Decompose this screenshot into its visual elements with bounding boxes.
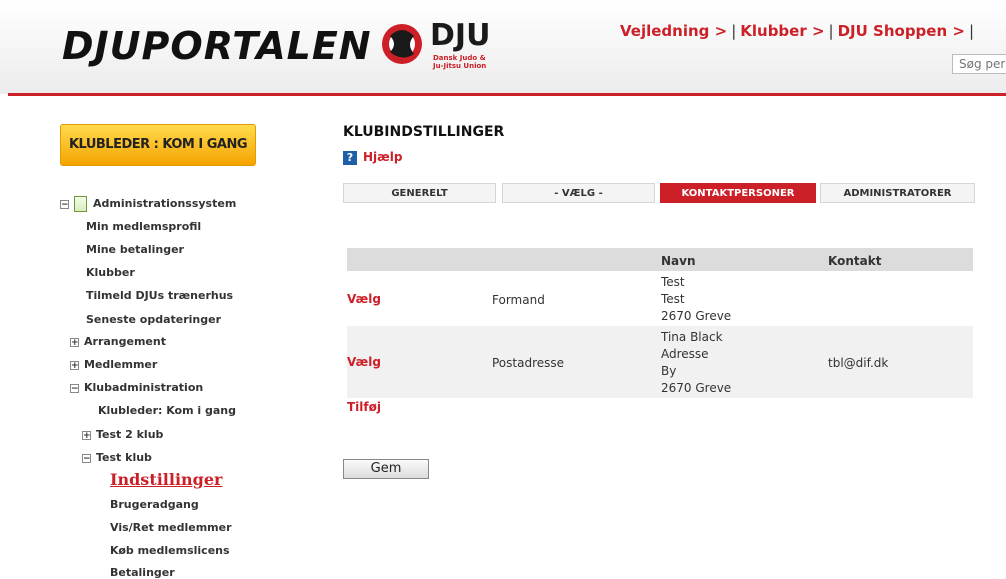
expand-icon[interactable]: + (70, 360, 79, 370)
collapse-icon[interactable]: − (70, 383, 79, 393)
sidebar-item-vis-ret-medlemmer[interactable]: Vis/Ret medlemmer (110, 521, 232, 534)
row-select-link[interactable]: Vælg (347, 292, 381, 306)
sidebar-item-label: Test klub (96, 451, 152, 464)
tab-generelt[interactable]: GENERELT (343, 183, 496, 203)
sidebar-item-klubleder-kom-i-gang[interactable]: Klubleder: Kom i gang (98, 404, 236, 417)
nav-vejledning[interactable]: Vejledning > (620, 22, 727, 40)
sidebar-item-indstillinger[interactable]: Indstillinger (110, 470, 222, 489)
tab-administratorer[interactable]: ADMINISTRATORER (820, 183, 975, 203)
tab-vaelg[interactable]: - VÆLG - (502, 183, 655, 203)
tree-root-label: Administrationssystem (93, 197, 237, 210)
klubleder-start-button[interactable]: KLUBLEDER : KOM I GANG (60, 124, 256, 166)
sidebar-item-label: Klubadministration (84, 381, 204, 394)
row-role: Formand (492, 293, 545, 307)
sidebar-item-klubadministration[interactable]: − Klubadministration (70, 381, 203, 394)
sidebar-item-test-2-klub[interactable]: + Test 2 klub (82, 428, 163, 441)
nav-klubber[interactable]: Klubber > (740, 22, 824, 40)
tree-root[interactable]: − Administrationssystem (60, 196, 236, 212)
sidebar-item-mine-betalinger[interactable]: Mine betalinger (86, 243, 184, 256)
dju-logo-subtitle-2: Ju-Jitsu Union (433, 62, 487, 70)
help-link[interactable]: ? Hjælp (343, 150, 402, 165)
search-input[interactable] (952, 54, 1006, 74)
sidebar-item-betalinger[interactable]: Betalinger (110, 566, 175, 579)
sidebar-item-koeb-medlemslicens[interactable]: Køb medlemslicens (110, 544, 230, 557)
help-icon[interactable]: ? (343, 151, 357, 165)
sidebar-item-label: Arrangement (84, 335, 166, 348)
row-name-line: Test (661, 292, 685, 306)
nav-separator: | (731, 22, 737, 40)
top-navigation: Vejledning > | Klubber > | DJU Shoppen > | (620, 22, 978, 40)
sidebar-item-label: Medlemmer (84, 358, 158, 371)
nav-separator: | (968, 22, 974, 40)
sidebar-item-brugeradgang[interactable]: Brugeradgang (110, 498, 199, 511)
collapse-icon[interactable]: − (82, 453, 91, 463)
row-role: Postadresse (492, 356, 565, 370)
row-name-line: Adresse (661, 347, 709, 361)
dju-logo-subtitle: Dansk Judo & (433, 54, 486, 62)
row-name-line: 2670 Greve (661, 381, 732, 395)
tab-kontaktpersoner[interactable]: KONTAKTPERSONER (660, 183, 816, 203)
sidebar-item-medlemmer[interactable]: + Medlemmer (70, 358, 157, 371)
sidebar-item-tilmeld-traenerhus[interactable]: Tilmeld DJUs trænerhus (86, 289, 233, 302)
page-title: KLUBINDSTILLINGER (343, 124, 505, 140)
sidebar-item-test-klub[interactable]: − Test klub (82, 451, 152, 464)
row-name-line: 2670 Greve (661, 309, 732, 323)
collapse-icon[interactable]: − (60, 199, 69, 209)
row-name-line: Tina Black (661, 330, 723, 344)
sidebar-item-seneste-opdateringer[interactable]: Seneste opdateringer (86, 313, 221, 326)
row-select-link[interactable]: Vælg (347, 355, 381, 369)
portal-logo[interactable]: DJUPORTALEN (62, 24, 372, 68)
sidebar-item-label: Test 2 klub (96, 428, 164, 441)
save-button[interactable]: Gem (343, 459, 429, 479)
sidebar-item-arrangement[interactable]: + Arrangement (70, 335, 166, 348)
row-name-line: Test (661, 275, 685, 289)
add-contact-link[interactable]: Tilføj (347, 400, 381, 414)
dju-logo-text: DJU (430, 18, 491, 53)
nav-separator: | (828, 22, 834, 40)
column-header-navn: Navn (661, 254, 696, 268)
document-icon (74, 196, 87, 212)
sidebar-item-min-medlemsprofil[interactable]: Min medlemsprofil (86, 220, 201, 233)
row-contact-email[interactable]: tbl@dif.dk (828, 355, 888, 371)
header-divider (8, 93, 1006, 96)
help-label: Hjælp (363, 150, 403, 164)
expand-icon[interactable]: + (70, 337, 79, 347)
nav-dju-shoppen[interactable]: DJU Shoppen > (838, 22, 965, 40)
column-header-kontakt: Kontakt (828, 254, 882, 268)
sidebar-item-klubber[interactable]: Klubber (86, 266, 135, 279)
expand-icon[interactable]: + (82, 430, 91, 440)
row-name-line: By (661, 364, 677, 378)
